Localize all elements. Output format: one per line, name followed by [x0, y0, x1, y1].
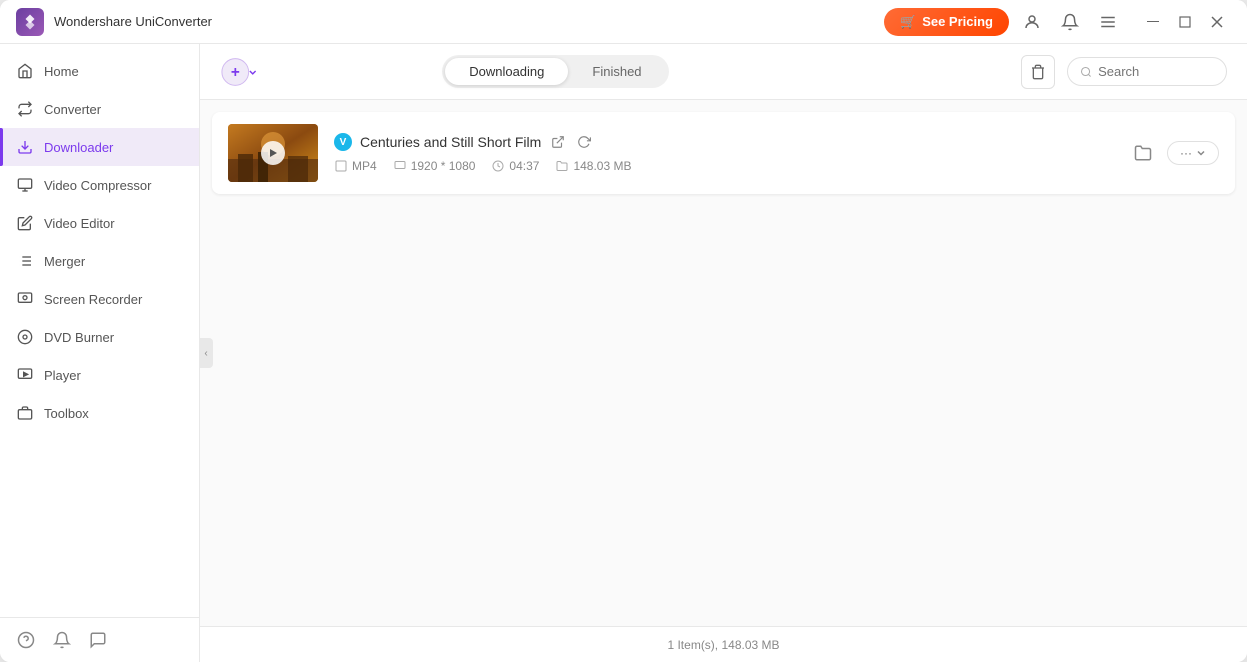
- sidebar-item-downloader[interactable]: Downloader: [0, 128, 199, 166]
- app-title: Wondershare UniConverter: [54, 14, 884, 29]
- top-bar-right: [1021, 55, 1227, 89]
- sidebar-item-merger[interactable]: Merger: [0, 242, 199, 280]
- search-input[interactable]: [1098, 64, 1214, 79]
- maximize-button[interactable]: [1171, 8, 1199, 36]
- screen-recorder-icon: [16, 290, 34, 308]
- sidebar-item-converter[interactable]: Converter: [0, 90, 199, 128]
- tab-group: Downloading Finished: [442, 55, 668, 88]
- tab-finished[interactable]: Finished: [568, 58, 665, 85]
- vimeo-badge: V: [334, 133, 352, 151]
- player-icon: [16, 366, 34, 384]
- more-options-button[interactable]: ···: [1167, 141, 1219, 165]
- format-icon: [334, 159, 348, 173]
- video-title-row: V Centuries and Still Short Film: [334, 133, 1111, 151]
- status-text: 1 Item(s), 148.03 MB: [667, 638, 779, 652]
- open-folder-button[interactable]: [1127, 137, 1159, 169]
- video-thumbnail[interactable]: [228, 124, 318, 182]
- top-bar: + Downloading Finished: [200, 44, 1247, 100]
- home-icon: [16, 62, 34, 80]
- merger-icon: [16, 252, 34, 270]
- see-pricing-button[interactable]: 🛒 See Pricing: [884, 8, 1009, 36]
- user-icon-button[interactable]: [1017, 7, 1047, 37]
- app-logo: [16, 8, 44, 36]
- video-card: V Centuries and Still Short Film: [212, 112, 1235, 194]
- sidebar-item-video-compressor[interactable]: Video Compressor: [0, 166, 199, 204]
- chevron-down-icon: [1196, 148, 1206, 158]
- svg-text:+: +: [231, 63, 240, 80]
- sidebar-nav: Home Converter Downloader: [0, 44, 199, 617]
- window-controls: [1139, 8, 1231, 36]
- more-dots: ···: [1180, 146, 1192, 160]
- main-content: Home Converter Downloader: [0, 44, 1247, 662]
- sidebar-item-home[interactable]: Home: [0, 52, 199, 90]
- video-format: MP4: [352, 159, 377, 173]
- sidebar-label-home: Home: [44, 64, 79, 79]
- card-actions: ···: [1127, 137, 1219, 169]
- sidebar-bottom: [0, 617, 199, 662]
- notification-icon-button[interactable]: [1055, 7, 1085, 37]
- clock-icon: [491, 159, 505, 173]
- folder-size-icon: [555, 159, 569, 173]
- minimize-button[interactable]: [1139, 8, 1167, 36]
- video-title: Centuries and Still Short Film: [360, 134, 541, 150]
- sidebar-collapse-arrow[interactable]: ‹: [199, 338, 213, 368]
- search-icon: [1080, 65, 1092, 79]
- resolution-meta: 1920 * 1080: [393, 159, 476, 173]
- video-duration: 04:37: [509, 159, 539, 173]
- sidebar: Home Converter Downloader: [0, 44, 200, 662]
- play-icon: [261, 141, 285, 165]
- video-resolution: 1920 * 1080: [411, 159, 476, 173]
- video-size: 148.03 MB: [573, 159, 631, 173]
- size-meta: 148.03 MB: [555, 159, 631, 173]
- video-info: V Centuries and Still Short Film: [334, 133, 1111, 173]
- downloader-icon: [16, 138, 34, 156]
- refresh-icon[interactable]: [575, 133, 593, 151]
- sidebar-item-player[interactable]: Player: [0, 356, 199, 394]
- sidebar-label-screen-recorder: Screen Recorder: [44, 292, 142, 307]
- add-download-button[interactable]: +: [220, 53, 258, 91]
- status-bar: 1 Item(s), 148.03 MB: [200, 626, 1247, 662]
- video-editor-icon: [16, 214, 34, 232]
- right-panel: + Downloading Finished: [200, 44, 1247, 662]
- bell-icon-button[interactable]: [52, 630, 72, 650]
- format-meta: MP4: [334, 159, 377, 173]
- sidebar-item-screen-recorder[interactable]: Screen Recorder: [0, 280, 199, 318]
- close-button[interactable]: [1203, 8, 1231, 36]
- title-bar-actions: 🛒 See Pricing: [884, 7, 1231, 37]
- video-meta: MP4 1920 * 1080: [334, 159, 1111, 173]
- sidebar-label-merger: Merger: [44, 254, 85, 269]
- sidebar-label-downloader: Downloader: [44, 140, 113, 155]
- sidebar-label-video-compressor: Video Compressor: [44, 178, 151, 193]
- duration-meta: 04:37: [491, 159, 539, 173]
- sidebar-label-converter: Converter: [44, 102, 101, 117]
- sidebar-label-dvd-burner: DVD Burner: [44, 330, 114, 345]
- sidebar-item-video-editor[interactable]: Video Editor: [0, 204, 199, 242]
- sidebar-label-player: Player: [44, 368, 81, 383]
- help-icon-button[interactable]: [16, 630, 36, 650]
- resolution-icon: [393, 159, 407, 173]
- sidebar-label-toolbox: Toolbox: [44, 406, 89, 421]
- sidebar-item-toolbox[interactable]: Toolbox: [0, 394, 199, 432]
- toolbox-icon: [16, 404, 34, 422]
- content-area: V Centuries and Still Short Film: [200, 100, 1247, 626]
- title-bar: Wondershare UniConverter 🛒 See Pricing: [0, 0, 1247, 44]
- cart-icon: 🛒: [900, 14, 916, 30]
- sidebar-item-dvd-burner[interactable]: DVD Burner: [0, 318, 199, 356]
- feedback-icon-button[interactable]: [88, 630, 108, 650]
- converter-icon: [16, 100, 34, 118]
- trash-button[interactable]: [1021, 55, 1055, 89]
- active-indicator: [0, 128, 3, 166]
- video-compressor-icon: [16, 176, 34, 194]
- search-box: [1067, 57, 1227, 86]
- open-link-icon[interactable]: [549, 133, 567, 151]
- sidebar-label-video-editor: Video Editor: [44, 216, 115, 231]
- dvd-burner-icon: [16, 328, 34, 346]
- tab-downloading[interactable]: Downloading: [445, 58, 568, 85]
- menu-icon-button[interactable]: [1093, 7, 1123, 37]
